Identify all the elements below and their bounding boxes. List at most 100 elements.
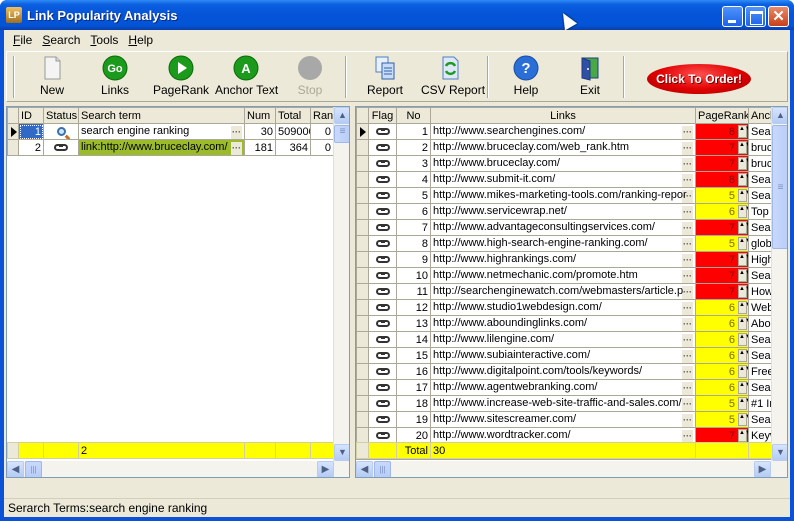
- ellipsis-button[interactable]: ···: [682, 285, 693, 299]
- cell-link[interactable]: ··· http://www.bruceclay.com/web_rank.htm: [430, 139, 696, 156]
- row-indicator[interactable]: [356, 411, 369, 428]
- ellipsis-button[interactable]: ···: [231, 125, 242, 139]
- ellipsis-button[interactable]: ···: [682, 429, 693, 443]
- cell-anchor[interactable]: Free: [748, 363, 772, 380]
- cell-search-term[interactable]: ··· search engine ranking: [78, 123, 245, 140]
- ellipsis-button[interactable]: ···: [682, 349, 693, 363]
- pagerank-spinner[interactable]: ▲▼: [738, 429, 748, 442]
- table-row[interactable]: 2 ··· link:http://www.bruceclay.com/181 364…: [7, 139, 334, 156]
- cell-anchor[interactable]: Sear: [748, 347, 772, 364]
- row-indicator[interactable]: [7, 123, 19, 140]
- cell-anchor[interactable]: Sear: [748, 411, 772, 428]
- cell-link[interactable]: ··· http://www.increase-web-site-traffic-…: [430, 395, 696, 412]
- row-indicator[interactable]: [356, 283, 369, 300]
- cell-link[interactable]: ··· http://www.advantageconsultingservice…: [430, 219, 696, 236]
- col-total[interactable]: Total: [275, 107, 311, 124]
- cell-flag[interactable]: [368, 155, 397, 172]
- cell-rank[interactable]: 0: [310, 139, 334, 156]
- table-row[interactable]: 1 ··· search engine ranking 305090000: [7, 123, 334, 140]
- table-row[interactable]: 3 ··· http://www.bruceclay.com/7▲▼bruc: [356, 155, 772, 172]
- cell-pagerank[interactable]: 7▲▼: [695, 219, 749, 236]
- table-row[interactable]: 13 ··· http://www.aboundinglinks.com/6▲▼Ab…: [356, 315, 772, 332]
- ellipsis-button[interactable]: ···: [231, 141, 242, 155]
- scroll-thumb[interactable]: ≡: [334, 125, 349, 143]
- pagerank-button[interactable]: PageRank: [153, 55, 209, 101]
- row-indicator[interactable]: [356, 155, 369, 172]
- report-button[interactable]: Report: [367, 55, 403, 101]
- cell-flag[interactable]: [368, 123, 397, 140]
- col-links[interactable]: Links: [430, 107, 696, 124]
- col-status[interactable]: Status: [43, 107, 79, 124]
- cell-anchor[interactable]: bruc: [748, 155, 772, 172]
- scroll-right-button[interactable]: ▶: [317, 461, 334, 477]
- table-row[interactable]: 10 ··· http://www.netmechanic.com/promote.…: [356, 267, 772, 284]
- cell-link[interactable]: ··· http://www.searchengines.com/: [430, 123, 696, 140]
- cell-flag[interactable]: [368, 171, 397, 188]
- col-pagerank[interactable]: PageRank: [695, 107, 749, 124]
- col-search-term[interactable]: Search term: [78, 107, 245, 124]
- table-row[interactable]: 19 ··· http://www.sitescreamer.com/5▲▼Sear: [356, 411, 772, 428]
- ellipsis-button[interactable]: ···: [682, 141, 693, 155]
- cell-link[interactable]: ··· http://searchenginewatch.com/webmaste…: [430, 283, 696, 300]
- pagerank-spinner[interactable]: ▲▼: [738, 125, 748, 138]
- ellipsis-button[interactable]: ···: [682, 333, 693, 347]
- cell-flag[interactable]: [368, 379, 397, 396]
- ellipsis-button[interactable]: ···: [682, 365, 693, 379]
- scroll-down-button[interactable]: ▼: [772, 444, 787, 461]
- cell-pagerank[interactable]: 8▲▼: [695, 171, 749, 188]
- ellipsis-button[interactable]: ···: [682, 413, 693, 427]
- cell-flag[interactable]: [368, 283, 397, 300]
- cell-flag[interactable]: [368, 203, 397, 220]
- cell-pagerank[interactable]: 6▲▼: [695, 203, 749, 220]
- pagerank-spinner[interactable]: ▲▼: [738, 157, 748, 170]
- cell-anchor[interactable]: Sear: [748, 331, 772, 348]
- ellipsis-button[interactable]: ···: [682, 381, 693, 395]
- col-rank[interactable]: Ran: [310, 107, 334, 124]
- cell-pagerank[interactable]: 5▲▼: [695, 395, 749, 412]
- cell-pagerank[interactable]: 6▲▼: [695, 315, 749, 332]
- table-row[interactable]: 11 ··· http://searchenginewatch.com/webmas…: [356, 283, 772, 300]
- cell-anchor[interactable]: Sear: [748, 123, 772, 140]
- cell-anchor[interactable]: High: [748, 251, 772, 268]
- cell-flag[interactable]: [368, 235, 397, 252]
- table-row[interactable]: 18 ··· http://www.increase-web-site-traffi…: [356, 395, 772, 412]
- scroll-thumb[interactable]: ≡: [772, 125, 787, 249]
- cell-pagerank[interactable]: 7▲▼: [695, 155, 749, 172]
- ellipsis-button[interactable]: ···: [682, 269, 693, 283]
- pagerank-spinner[interactable]: ▲▼: [738, 365, 748, 378]
- pagerank-spinner[interactable]: ▲▼: [738, 285, 748, 298]
- cell-pagerank[interactable]: 7▲▼: [695, 283, 749, 300]
- pagerank-spinner[interactable]: ▲▼: [738, 141, 748, 154]
- table-row[interactable]: 7 ··· http://www.advantageconsultingservic…: [356, 219, 772, 236]
- cell-pagerank[interactable]: 5▲▼: [695, 235, 749, 252]
- ellipsis-button[interactable]: ···: [682, 221, 693, 235]
- cell-link[interactable]: ··· http://www.high-search-engine-ranking…: [430, 235, 696, 252]
- pagerank-spinner[interactable]: ▲▼: [738, 237, 748, 250]
- ellipsis-button[interactable]: ···: [682, 205, 693, 219]
- scroll-right-button[interactable]: ▶: [754, 461, 771, 477]
- cell-flag[interactable]: [368, 219, 397, 236]
- cell-pagerank[interactable]: 6▲▼: [695, 379, 749, 396]
- cell-flag[interactable]: [368, 395, 397, 412]
- cell-id[interactable]: 2: [18, 139, 44, 156]
- cell-flag[interactable]: [368, 139, 397, 156]
- cell-link[interactable]: ··· http://www.studio1webdesign.com/: [430, 299, 696, 316]
- row-indicator[interactable]: [356, 331, 369, 348]
- links-button[interactable]: Go Links: [95, 55, 135, 101]
- cell-pagerank[interactable]: 6▲▼: [695, 363, 749, 380]
- row-indicator[interactable]: [356, 347, 369, 364]
- cell-total[interactable]: 364: [275, 139, 311, 156]
- cell-link[interactable]: ··· http://www.submit-it.com/: [430, 171, 696, 188]
- title-bar[interactable]: LP Link Popularity Analysis ✕: [0, 0, 794, 31]
- row-indicator[interactable]: [356, 171, 369, 188]
- table-row[interactable]: 15 ··· http://www.subiainteractive.com/6▲▼…: [356, 347, 772, 364]
- minimize-button[interactable]: [722, 6, 743, 27]
- table-row[interactable]: 6···http://www.servicewrap.net/6▲▼Top: [356, 203, 772, 220]
- cell-link[interactable]: ··· http://www.netmechanic.com/promote.ht…: [430, 267, 696, 284]
- scroll-up-button[interactable]: ▲: [334, 107, 349, 124]
- menu-tools[interactable]: Tools: [85, 33, 123, 47]
- left-vertical-scrollbar[interactable]: ▲ ≡ ▼: [333, 107, 349, 461]
- cell-flag[interactable]: [368, 315, 397, 332]
- pagerank-spinner[interactable]: ▲▼: [738, 349, 748, 362]
- exit-button[interactable]: Exit: [577, 55, 603, 101]
